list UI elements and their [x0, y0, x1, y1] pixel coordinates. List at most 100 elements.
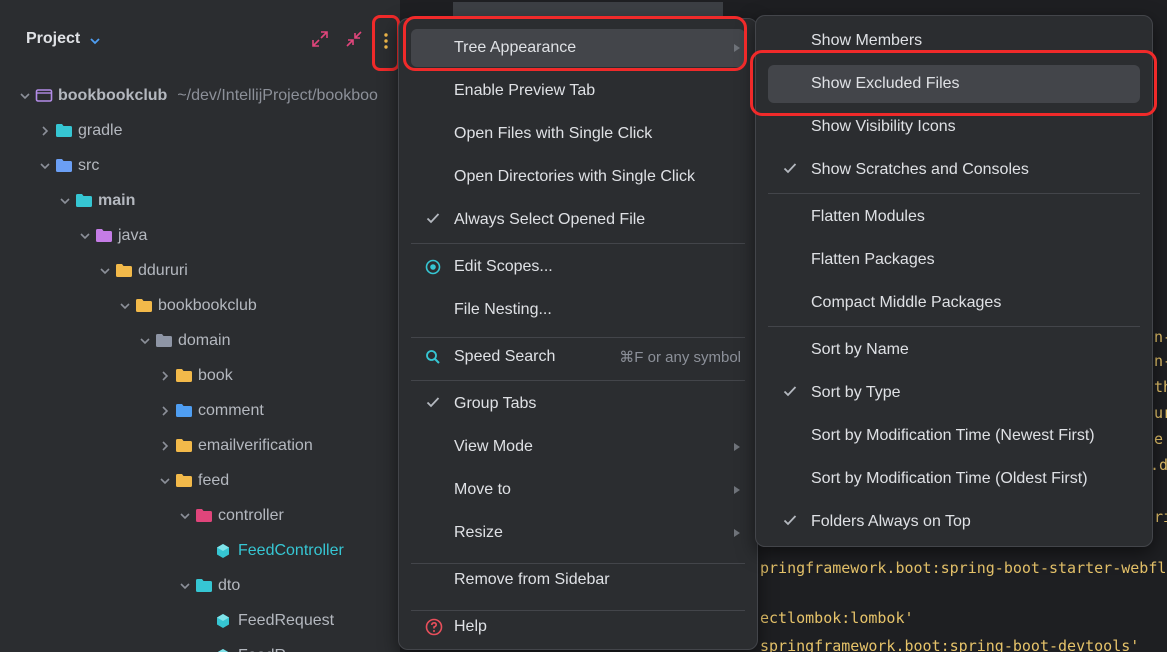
menu-item-show-excluded-files[interactable]: Show Excluded Files [768, 65, 1140, 103]
code-line[interactable]: springframework.boot:spring-boot-devtool… [760, 637, 1139, 652]
tree-node[interactable]: FeedRequest [195, 603, 334, 638]
menu-item-label: Flatten Modules [811, 208, 925, 225]
expand-all-icon[interactable] [311, 30, 329, 53]
menu-item-label: File Nesting... [454, 301, 552, 318]
chevron-down-icon[interactable] [175, 511, 195, 521]
tree-node-label: bookbookclub [158, 296, 257, 314]
menu-item-tree-appearance[interactable]: Tree Appearance [411, 29, 745, 67]
tree-node[interactable]: ddururi [95, 253, 188, 288]
chevron-down-icon[interactable] [35, 161, 55, 171]
menu-separator [411, 243, 745, 244]
tree-node[interactable]: main [55, 183, 135, 218]
collapse-all-icon[interactable] [345, 30, 363, 53]
tree-node[interactable]: emailverification [155, 428, 313, 463]
tree-node-label: gradle [78, 121, 123, 139]
chevron-down-icon[interactable] [15, 91, 35, 101]
menu-item-view-mode[interactable]: View Mode [411, 428, 745, 466]
menu-item-compact-middle-packages[interactable]: Compact Middle Packages [768, 284, 1140, 322]
tree-node-label: src [78, 156, 100, 174]
tree-node[interactable]: controller [175, 498, 284, 533]
tree-node[interactable]: book [155, 358, 233, 393]
menu-item-open-files-with-single-click[interactable]: Open Files with Single Click [411, 115, 745, 153]
tree-node[interactable]: java [75, 218, 147, 253]
menu-separator [411, 563, 745, 564]
chevron-right-icon[interactable] [155, 440, 175, 452]
class-icon [215, 648, 235, 652]
chevron-down-icon[interactable] [75, 231, 95, 241]
menu-item-move-to[interactable]: Move to [411, 471, 745, 509]
menu-item-flatten-packages[interactable]: Flatten Packages [768, 241, 1140, 279]
tree-node-label: domain [178, 331, 231, 349]
menu-item-shortcut: ⌘F or any symbol [619, 349, 741, 366]
menu-separator [768, 193, 1140, 194]
menu-item-show-scratches-and-consoles[interactable]: Show Scratches and Consoles [768, 151, 1140, 189]
code-fragment: th [1154, 378, 1167, 396]
menu-item-open-directories-with-single-click[interactable]: Open Directories with Single Click [411, 158, 745, 196]
chevron-down-icon[interactable] [135, 336, 155, 346]
submenu-arrow-icon [733, 528, 741, 538]
menu-item-speed-search[interactable]: Speed Search ⌘F or any symbol [411, 338, 745, 376]
menu-item-label: Enable Preview Tab [454, 82, 596, 99]
tree-node-label: java [118, 226, 148, 244]
project-header: Project [0, 0, 400, 78]
menu-item-label: Show Excluded Files [811, 75, 960, 92]
chevron-right-icon[interactable] [155, 405, 175, 417]
options-menu-button[interactable] [372, 15, 400, 71]
class-icon [215, 543, 235, 559]
menu-item-label: Show Members [811, 32, 923, 49]
menu-item-sort-by-modification-time-newest-first[interactable]: Sort by Modification Time (Newest First) [768, 417, 1140, 455]
code-line[interactable]: pringframework.boot:spring-boot-starter-… [760, 559, 1167, 577]
menu-item-resize[interactable]: Resize [411, 514, 745, 552]
submenu-arrow-icon [733, 43, 741, 53]
chevron-down-icon[interactable] [115, 301, 135, 311]
menu-item-sort-by-name[interactable]: Sort by Name [768, 331, 1140, 369]
chevron-down-icon[interactable] [55, 196, 75, 206]
menu-item-folders-always-on-top[interactable]: Folders Always on Top [768, 503, 1140, 541]
chevron-down-icon[interactable] [155, 476, 175, 486]
tree-node-label: comment [198, 401, 264, 419]
gradle-folder-icon [55, 123, 75, 139]
menu-item-label: Help [454, 618, 487, 635]
menu-item-sort-by-type[interactable]: Sort by Type [768, 374, 1140, 412]
menu-item-label: Move to [454, 481, 511, 498]
menu-item-help[interactable]: Help [411, 608, 745, 646]
tree-node-label: FeedR [238, 647, 286, 652]
module-folder-icon [35, 88, 55, 104]
menu-item-always-select-opened-file[interactable]: Always Select Opened File [411, 201, 745, 239]
menu-item-group-tabs[interactable]: Group Tabs [411, 385, 745, 423]
menu-item-file-nesting[interactable]: File Nesting... [411, 291, 745, 329]
tree-node[interactable]: feed [155, 463, 229, 498]
chevron-down-icon[interactable] [175, 581, 195, 591]
chevron-right-icon[interactable] [35, 125, 55, 137]
menu-item-enable-preview-tab[interactable]: Enable Preview Tab [411, 72, 745, 110]
tree-node[interactable]: domain [135, 323, 230, 358]
tree-node[interactable]: src [35, 148, 99, 183]
menu-item-sort-by-modification-time-oldest-first[interactable]: Sort by Modification Time (Oldest First) [768, 460, 1140, 498]
tree-node[interactable]: bookbookclub ~/dev/IntellijProject/bookbo… [15, 78, 378, 113]
tree-node-label: dto [218, 576, 241, 594]
chevron-down-icon[interactable] [95, 266, 115, 276]
menu-item-show-visibility-icons[interactable]: Show Visibility Icons [768, 108, 1140, 146]
target-icon [425, 259, 441, 275]
menu-separator [411, 337, 745, 338]
checkmark-icon [426, 211, 440, 229]
tree-node[interactable]: FeedR [195, 638, 286, 652]
tree-node[interactable]: dto [175, 568, 240, 603]
chevron-down-icon[interactable] [89, 33, 101, 51]
main-folder-icon [75, 193, 95, 209]
checkmark-icon [426, 395, 440, 413]
chevron-right-icon[interactable] [155, 370, 175, 382]
project-title[interactable]: Project [26, 30, 80, 48]
menu-item-label: Always Select Opened File [454, 211, 646, 228]
menu-item-remove-from-sidebar[interactable]: Remove from Sidebar [411, 561, 745, 599]
tree-node[interactable]: comment [155, 393, 264, 428]
code-line[interactable]: ectlombok:lombok' [760, 609, 914, 627]
menu-item-flatten-modules[interactable]: Flatten Modules [768, 198, 1140, 236]
tree-node[interactable]: gradle [35, 113, 122, 148]
tree-node[interactable]: FeedController [195, 533, 344, 568]
package-folder-icon [135, 298, 155, 314]
checkmark-icon [783, 384, 797, 402]
tree-node[interactable]: bookbookclub [115, 288, 257, 323]
menu-item-show-members[interactable]: Show Members [768, 22, 1140, 60]
menu-item-edit-scopes[interactable]: Edit Scopes... [411, 248, 745, 286]
